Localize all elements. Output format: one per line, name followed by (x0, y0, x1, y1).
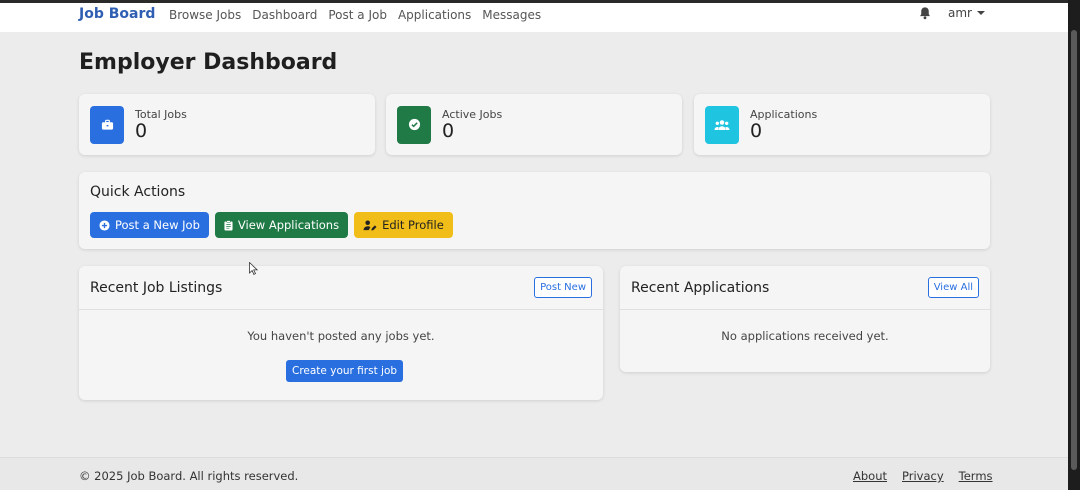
stat-value: 0 (135, 120, 148, 142)
quick-actions-card: Quick Actions Post a New Job View Applic… (79, 172, 990, 249)
recent-applications-header: Recent Applications View All (620, 266, 990, 310)
stat-value: 0 (442, 120, 455, 142)
jobs-empty-message: You haven't posted any jobs yet. (247, 329, 435, 343)
recent-applications-title: Recent Applications (631, 279, 770, 296)
footer: © 2025 Job Board. All rights reserved. A… (0, 457, 1068, 490)
bell-icon[interactable] (918, 6, 932, 20)
users-icon (705, 105, 739, 144)
brand-logo[interactable]: Job Board (79, 6, 155, 22)
plus-circle-icon (99, 219, 110, 231)
recent-jobs-card: Recent Job Listings Post New You haven't… (79, 266, 603, 400)
recent-jobs-title: Recent Job Listings (90, 279, 223, 296)
page-scrollbar[interactable] (1068, 0, 1080, 490)
quick-actions-title: Quick Actions (90, 184, 186, 200)
post-new-job-button[interactable]: Post a New Job (90, 212, 209, 238)
check-circle-icon (397, 105, 431, 144)
button-label: View Applications (237, 218, 340, 232)
view-applications-button[interactable]: View Applications (214, 212, 349, 238)
stat-card-active-jobs: Active Jobs 0 (386, 94, 682, 155)
stat-card-applications: Applications 0 (694, 94, 990, 155)
scrollbar-thumb[interactable] (1071, 30, 1077, 470)
applications-empty-message: No applications received yet. (721, 329, 889, 343)
copyright-text: © 2025 Job Board. All rights reserved. (79, 469, 299, 483)
button-label: Post a New Job (115, 218, 200, 232)
footer-link-terms[interactable]: Terms (959, 469, 993, 483)
nav-applications[interactable]: Applications (398, 8, 471, 22)
chevron-down-icon (976, 11, 985, 15)
page-title: Employer Dashboard (79, 50, 338, 75)
clipboard-icon (224, 219, 233, 230)
nav-messages[interactable]: Messages (482, 8, 541, 22)
briefcase-icon (90, 105, 124, 144)
create-first-job-button[interactable]: Create your first job (286, 360, 404, 382)
top-navbar: Job Board Browse Jobs Dashboard Post a J… (0, 0, 1068, 32)
user-menu[interactable]: amr (948, 6, 985, 20)
edit-profile-button[interactable]: Edit Profile (354, 212, 453, 238)
recent-applications-card: Recent Applications View All No applicat… (620, 266, 990, 372)
footer-link-privacy[interactable]: Privacy (902, 469, 944, 483)
nav-post-job[interactable]: Post a Job (328, 8, 387, 22)
footer-link-about[interactable]: About (853, 469, 887, 483)
post-new-button[interactable]: Post New (534, 277, 592, 298)
view-all-button[interactable]: View All (927, 277, 979, 298)
button-label: Edit Profile (382, 218, 444, 232)
user-name: amr (948, 6, 972, 20)
stat-card-total-jobs: Total Jobs 0 (79, 94, 375, 155)
stat-value: 0 (750, 120, 763, 142)
mouse-cursor-icon (249, 262, 258, 275)
nav-browse-jobs[interactable]: Browse Jobs (169, 8, 241, 22)
recent-jobs-header: Recent Job Listings Post New (79, 266, 603, 310)
main-nav: Browse Jobs Dashboard Post a Job Applica… (169, 8, 541, 22)
nav-dashboard[interactable]: Dashboard (252, 8, 317, 22)
user-edit-icon (363, 219, 377, 231)
